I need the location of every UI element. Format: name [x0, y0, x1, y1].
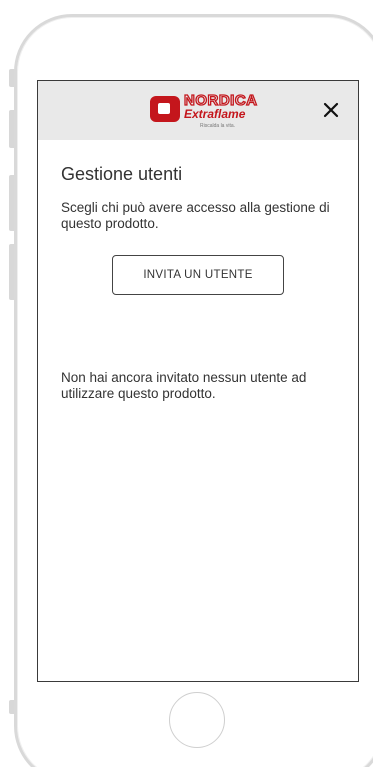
brand-logo: NORDICA Extraflame Riscalda la vita. [150, 92, 258, 133]
close-button[interactable] [322, 101, 340, 119]
page-description: Scegli chi può avere accesso alla gestio… [61, 200, 330, 231]
main-content: Gestione utenti Scegli chi può avere acc… [38, 163, 358, 402]
phone-home-button [169, 692, 225, 748]
empty-users-message: Non hai ancora invitato nessun utente ad… [61, 370, 307, 401]
app-screen: NORDICA Extraflame Riscalda la vita. Ges… [37, 80, 359, 682]
invite-button-container: INVITA UN UTENTE [61, 255, 335, 295]
app-header: NORDICA Extraflame Riscalda la vita. [38, 81, 358, 140]
invite-user-button[interactable]: INVITA UN UTENTE [112, 255, 284, 295]
logo-mark-icon [150, 96, 180, 122]
logo-tagline: Riscalda la vita. [200, 123, 236, 129]
page-title: Gestione utenti [61, 164, 183, 184]
close-icon [323, 102, 339, 118]
page: NORDICA Extraflame Riscalda la vita. Ges… [0, 0, 373, 767]
logo-sub-text: Extraflame [184, 107, 246, 121]
